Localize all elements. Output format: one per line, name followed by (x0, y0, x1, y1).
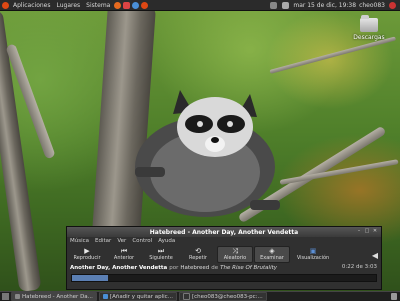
trash-icon[interactable] (391, 293, 397, 300)
seek-bar[interactable] (71, 274, 377, 282)
network-icon[interactable] (270, 1, 278, 9)
show-desktop-icon[interactable] (2, 293, 9, 300)
repeat-button[interactable]: ⟲ Repetir (180, 246, 216, 263)
folder-icon (360, 15, 378, 32)
raccoon-image (135, 90, 280, 217)
album-name: The Rise Of Brutality (220, 264, 278, 271)
taskbar-item-label: [Añadir y quitar aplic... (109, 293, 173, 300)
maximize-button[interactable]: □ (364, 228, 370, 234)
toolbar: ▶ Reproducir ⏮ Anterior ⏭ Siguiente ⟲ Re… (67, 245, 381, 263)
desktop-icon-downloads[interactable]: Descargas (352, 15, 386, 41)
play-icon: ▶ (84, 247, 90, 255)
previous-icon: ⏮ (120, 247, 128, 255)
volume-icon[interactable] (282, 1, 290, 9)
shuffle-button[interactable]: ⤨ Aleatorio (217, 245, 253, 263)
menu-system[interactable]: Sistema (83, 2, 113, 9)
terminal-app-icon (182, 293, 190, 300)
visualization-button[interactable]: ▣ Visualización (291, 246, 335, 263)
browse-button[interactable]: ◈ Examinar (254, 245, 290, 263)
clock[interactable]: mar 15 de dic, 19:38 (293, 2, 356, 9)
next-icon: ⏭ (157, 247, 165, 255)
elapsed-time: 0:22 de 3:03 (341, 264, 377, 270)
taskbar-item-label: Hatebreed - Another Da... (22, 293, 93, 300)
by-label: por (169, 264, 179, 271)
menu-places[interactable]: Lugares (53, 2, 83, 9)
help-icon[interactable] (132, 1, 140, 9)
visualization-label: Visualización (296, 255, 330, 261)
ubuntu-logo-icon[interactable] (2, 1, 9, 9)
repeat-icon: ⟲ (195, 247, 201, 255)
menu-applications[interactable]: Aplicaciones (10, 2, 53, 9)
panel-status-area: mar 15 de dic, 19:38 cheo083 (269, 0, 397, 10)
power-icon[interactable] (389, 1, 396, 9)
music-player-window: Hatebreed - Another Day, Another Vendett… (66, 226, 382, 290)
browse-icon: ◈ (269, 247, 275, 255)
menu-control[interactable]: Control (132, 238, 152, 244)
window-titlebar[interactable]: Hatebreed - Another Day, Another Vendett… (67, 227, 381, 237)
play-button[interactable]: ▶ Reproducir (69, 246, 105, 263)
menu-help[interactable]: Ayuda (158, 238, 175, 244)
seek-bar-fill (72, 275, 109, 281)
track-title: Another Day, Another Vendetta (70, 264, 168, 271)
artist-name: Hatebreed (180, 264, 210, 271)
now-playing: Another Day, Another Vendetta por Hatebr… (67, 263, 381, 272)
menu-view[interactable]: Ver (117, 238, 126, 244)
window-title: Hatebreed - Another Day, Another Vendett… (149, 228, 299, 236)
tree-branch (279, 159, 399, 185)
previous-button[interactable]: ⏮ Anterior (106, 246, 142, 263)
mail-icon[interactable] (123, 1, 131, 9)
minimize-button[interactable]: – (356, 228, 362, 234)
player-app-icon (15, 294, 20, 299)
firefox-icon[interactable] (114, 1, 122, 9)
top-panel: Aplicaciones Lugares Sistema mar 15 de d… (0, 0, 400, 11)
tree-trunk-left (0, 9, 42, 293)
visualization-icon: ▣ (309, 247, 317, 255)
repeat-label: Repetir (189, 255, 207, 261)
previous-label: Anterior (113, 255, 135, 261)
volume-button-icon[interactable]: ◀ (372, 251, 378, 260)
close-button[interactable]: ✕ (372, 228, 378, 234)
browse-label: Examinar (260, 255, 284, 261)
package-app-icon (102, 294, 108, 299)
tree-branch (269, 36, 397, 74)
from-label: de (211, 264, 219, 271)
shuffle-label: Aleatorio (223, 255, 247, 261)
user-menu[interactable]: cheo083 (359, 2, 385, 9)
next-label: Siguiente (149, 255, 173, 261)
menu-music[interactable]: Música (70, 238, 89, 244)
taskbar-item-label: [cheo083@cheo083-pc:... (191, 293, 263, 300)
shuffle-icon: ⤨ (232, 247, 238, 255)
play-label: Reproducir (73, 255, 101, 261)
next-button[interactable]: ⏭ Siguiente (143, 246, 179, 263)
menubar: Música Editar Ver Control Ayuda (67, 237, 381, 245)
desktop-icon-label: Descargas (353, 34, 385, 41)
ubuntu-icon[interactable] (141, 1, 149, 9)
menu-edit[interactable]: Editar (95, 238, 111, 244)
